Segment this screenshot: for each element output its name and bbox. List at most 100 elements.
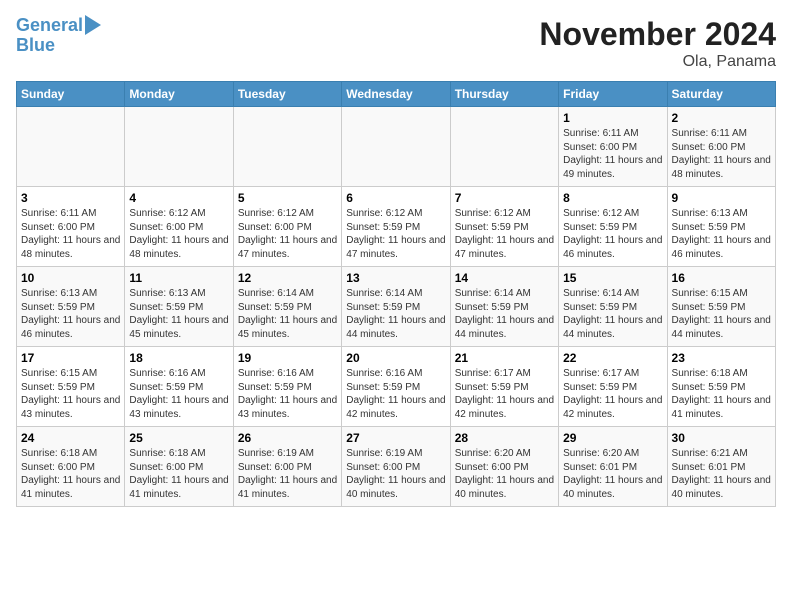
day-detail: Sunrise: 6:19 AM Sunset: 6:00 PM Dayligh… — [346, 447, 445, 501]
calendar-table: SundayMondayTuesdayWednesdayThursdayFrid… — [16, 81, 776, 507]
calendar-cell: 11Sunrise: 6:13 AM Sunset: 5:59 PM Dayli… — [125, 267, 233, 347]
header-day: Monday — [125, 82, 233, 107]
day-number: 30 — [672, 431, 771, 445]
calendar-cell: 7 Sunrise: 6:12 AM Sunset: 5:59 PM Daylig… — [450, 187, 558, 267]
day-number: 8 — [563, 191, 662, 205]
day-detail: Sunrise: 6:21 AM Sunset: 6:01 PM Dayligh… — [672, 447, 771, 501]
day-detail: Sunrise: 6:18 AM Sunset: 5:59 PM Dayligh… — [672, 367, 771, 421]
header-day: Wednesday — [342, 82, 450, 107]
calendar-cell: 25 Sunrise: 6:18 AM Sunset: 6:00 PM Dayli… — [125, 427, 233, 507]
calendar-week-row: 1 Sunrise: 6:11 AM Sunset: 6:00 PM Daylig… — [17, 107, 776, 187]
header-day: Sunday — [17, 82, 125, 107]
day-number: 19 — [238, 351, 337, 365]
calendar-cell: 16 Sunrise: 6:15 AM Sunset: 5:59 PM Dayli… — [667, 267, 775, 347]
day-detail: Sunrise: 6:14 AM Sunset: 5:59 PM Dayligh… — [238, 287, 337, 341]
calendar-cell: 8 Sunrise: 6:12 AM Sunset: 5:59 PM Daylig… — [559, 187, 667, 267]
calendar-cell: 30 Sunrise: 6:21 AM Sunset: 6:01 PM Dayli… — [667, 427, 775, 507]
day-detail: Sunrise: 6:17 AM Sunset: 5:59 PM Dayligh… — [455, 367, 554, 421]
day-detail: Sunrise: 6:20 AM Sunset: 6:00 PM Dayligh… — [455, 447, 554, 501]
page-header: General Blue November 2024 Ola, Panama — [16, 16, 776, 71]
calendar-cell: 18 Sunrise: 6:16 AM Sunset: 5:59 PM Dayli… — [125, 347, 233, 427]
day-number: 20 — [346, 351, 445, 365]
day-detail: Sunrise: 6:19 AM Sunset: 6:00 PM Dayligh… — [238, 447, 337, 501]
header-day: Thursday — [450, 82, 558, 107]
calendar-cell: 28 Sunrise: 6:20 AM Sunset: 6:00 PM Dayli… — [450, 427, 558, 507]
day-number: 4 — [129, 191, 228, 205]
day-number: 6 — [346, 191, 445, 205]
calendar-week-row: 17 Sunrise: 6:15 AM Sunset: 5:59 PM Dayli… — [17, 347, 776, 427]
day-number: 23 — [672, 351, 771, 365]
header-row: SundayMondayTuesdayWednesdayThursdayFrid… — [17, 82, 776, 107]
day-detail: Sunrise: 6:11 AM Sunset: 6:00 PM Dayligh… — [563, 127, 662, 181]
calendar-cell: 27 Sunrise: 6:19 AM Sunset: 6:00 PM Dayli… — [342, 427, 450, 507]
calendar-week-row: 10 Sunrise: 6:13 AM Sunset: 5:59 PM Dayli… — [17, 267, 776, 347]
calendar-cell: 20 Sunrise: 6:16 AM Sunset: 5:59 PM Dayli… — [342, 347, 450, 427]
day-detail: Sunrise: 6:12 AM Sunset: 6:00 PM Dayligh… — [238, 207, 337, 261]
day-number: 27 — [346, 431, 445, 445]
calendar-cell: 6 Sunrise: 6:12 AM Sunset: 5:59 PM Daylig… — [342, 187, 450, 267]
day-detail: Sunrise: 6:18 AM Sunset: 6:00 PM Dayligh… — [21, 447, 120, 501]
day-number: 24 — [21, 431, 120, 445]
calendar-week-row: 24 Sunrise: 6:18 AM Sunset: 6:00 PM Dayli… — [17, 427, 776, 507]
day-detail: Sunrise: 6:14 AM Sunset: 5:59 PM Dayligh… — [455, 287, 554, 341]
calendar-cell: 10 Sunrise: 6:13 AM Sunset: 5:59 PM Dayli… — [17, 267, 125, 347]
calendar-cell: 2 Sunrise: 6:11 AM Sunset: 6:00 PM Daylig… — [667, 107, 775, 187]
calendar-cell — [125, 107, 233, 187]
calendar-cell: 1 Sunrise: 6:11 AM Sunset: 6:00 PM Daylig… — [559, 107, 667, 187]
calendar-subtitle: Ola, Panama — [539, 53, 776, 71]
day-number: 15 — [563, 271, 662, 285]
day-number: 1 — [563, 111, 662, 125]
calendar-cell: 15 Sunrise: 6:14 AM Sunset: 5:59 PM Dayli… — [559, 267, 667, 347]
header-day: Saturday — [667, 82, 775, 107]
day-number: 29 — [563, 431, 662, 445]
day-number: 3 — [21, 191, 120, 205]
day-detail: Sunrise: 6:13 AM Sunset: 5:59 PM Dayligh… — [21, 287, 120, 341]
day-number: 10 — [21, 271, 120, 285]
day-number: 17 — [21, 351, 120, 365]
day-number: 25 — [129, 431, 228, 445]
day-number: 22 — [563, 351, 662, 365]
title-block: November 2024 Ola, Panama — [539, 16, 776, 71]
day-number: 12 — [238, 271, 337, 285]
calendar-cell: 17 Sunrise: 6:15 AM Sunset: 5:59 PM Dayli… — [17, 347, 125, 427]
day-number: 5 — [238, 191, 337, 205]
calendar-title: November 2024 — [539, 16, 776, 53]
day-detail: Sunrise: 6:16 AM Sunset: 5:59 PM Dayligh… — [346, 367, 445, 421]
logo-text-line1: General — [16, 16, 83, 36]
header-day: Tuesday — [233, 82, 341, 107]
calendar-cell: 9Sunrise: 6:13 AM Sunset: 5:59 PM Daylig… — [667, 187, 775, 267]
day-detail: Sunrise: 6:17 AM Sunset: 5:59 PM Dayligh… — [563, 367, 662, 421]
day-detail: Sunrise: 6:14 AM Sunset: 5:59 PM Dayligh… — [563, 287, 662, 341]
day-detail: Sunrise: 6:20 AM Sunset: 6:01 PM Dayligh… — [563, 447, 662, 501]
day-detail: Sunrise: 6:14 AM Sunset: 5:59 PM Dayligh… — [346, 287, 445, 341]
day-number: 28 — [455, 431, 554, 445]
calendar-cell: 5 Sunrise: 6:12 AM Sunset: 6:00 PM Daylig… — [233, 187, 341, 267]
calendar-cell: 24 Sunrise: 6:18 AM Sunset: 6:00 PM Dayli… — [17, 427, 125, 507]
day-detail: Sunrise: 6:12 AM Sunset: 5:59 PM Dayligh… — [455, 207, 554, 261]
day-detail: Sunrise: 6:12 AM Sunset: 5:59 PM Dayligh… — [563, 207, 662, 261]
day-number: 16 — [672, 271, 771, 285]
calendar-cell: 29 Sunrise: 6:20 AM Sunset: 6:01 PM Dayli… — [559, 427, 667, 507]
day-number: 7 — [455, 191, 554, 205]
day-detail: Sunrise: 6:15 AM Sunset: 5:59 PM Dayligh… — [21, 367, 120, 421]
day-detail: Sunrise: 6:16 AM Sunset: 5:59 PM Dayligh… — [129, 367, 228, 421]
logo: General Blue — [16, 16, 101, 56]
day-detail: Sunrise: 6:13 AM Sunset: 5:59 PM Dayligh… — [672, 207, 771, 261]
calendar-cell: 21 Sunrise: 6:17 AM Sunset: 5:59 PM Dayli… — [450, 347, 558, 427]
day-number: 13 — [346, 271, 445, 285]
calendar-cell — [342, 107, 450, 187]
day-detail: Sunrise: 6:15 AM Sunset: 5:59 PM Dayligh… — [672, 287, 771, 341]
day-detail: Sunrise: 6:12 AM Sunset: 5:59 PM Dayligh… — [346, 207, 445, 261]
logo-text-line2: Blue — [16, 36, 55, 56]
day-detail: Sunrise: 6:11 AM Sunset: 6:00 PM Dayligh… — [672, 127, 771, 181]
calendar-cell: 22 Sunrise: 6:17 AM Sunset: 5:59 PM Dayli… — [559, 347, 667, 427]
day-number: 21 — [455, 351, 554, 365]
day-detail: Sunrise: 6:18 AM Sunset: 6:00 PM Dayligh… — [129, 447, 228, 501]
day-detail: Sunrise: 6:13 AM Sunset: 5:59 PM Dayligh… — [129, 287, 228, 341]
header-day: Friday — [559, 82, 667, 107]
day-number: 18 — [129, 351, 228, 365]
calendar-week-row: 3Sunrise: 6:11 AM Sunset: 6:00 PM Daylig… — [17, 187, 776, 267]
day-number: 2 — [672, 111, 771, 125]
calendar-cell: 13 Sunrise: 6:14 AM Sunset: 5:59 PM Dayli… — [342, 267, 450, 347]
calendar-cell: 19Sunrise: 6:16 AM Sunset: 5:59 PM Dayli… — [233, 347, 341, 427]
